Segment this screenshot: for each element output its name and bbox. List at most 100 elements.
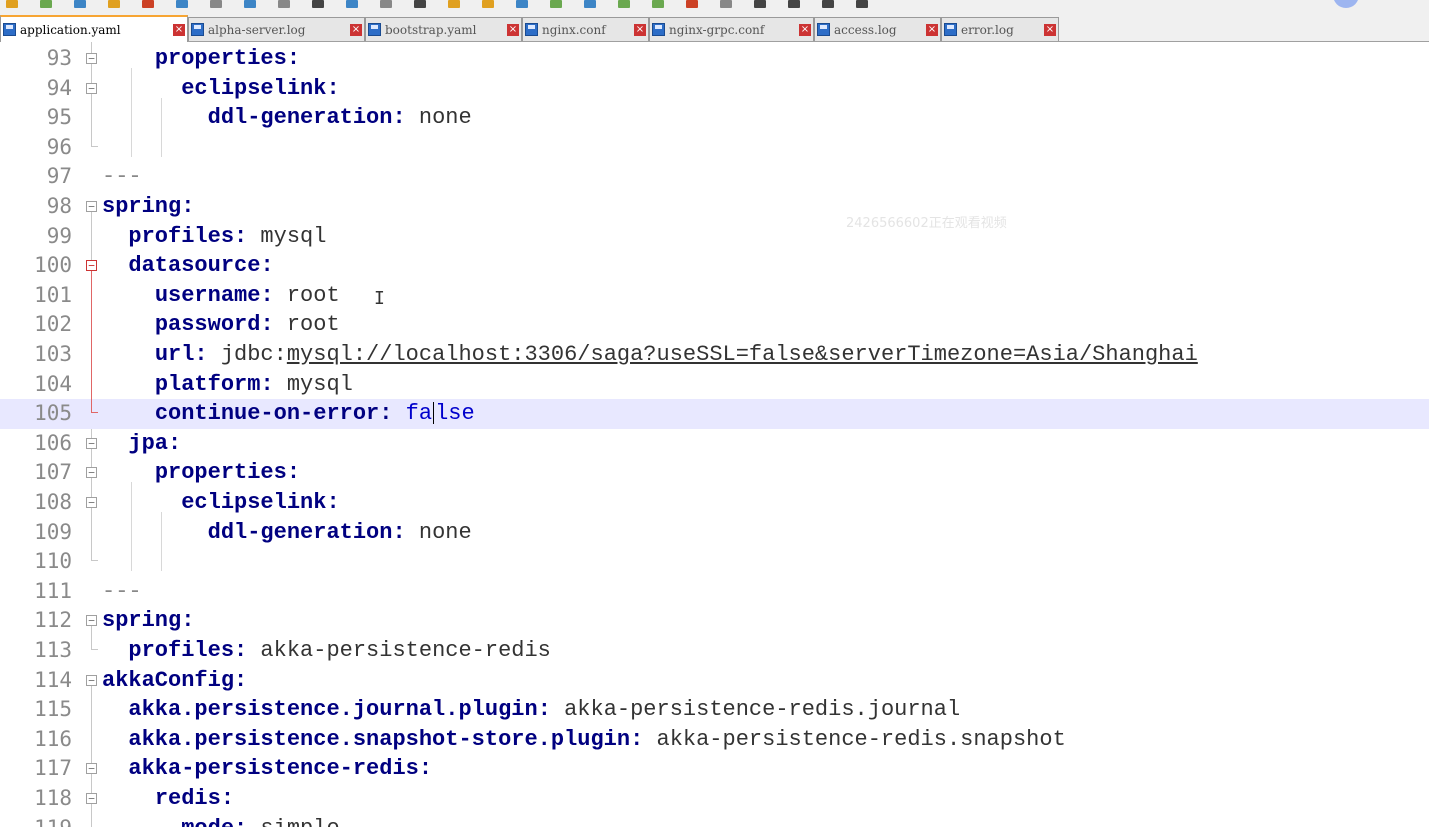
fold-toggle-icon[interactable]: − <box>86 793 97 804</box>
toolbar-button-icon[interactable] <box>108 0 120 8</box>
toolbar-button-icon[interactable] <box>74 0 86 8</box>
fold-end-marker <box>91 547 98 562</box>
line-number: 117 <box>34 756 72 781</box>
yaml-key: redis <box>154 786 221 811</box>
code-text: mode: simple <box>102 814 339 827</box>
fold-toggle-icon[interactable]: − <box>86 201 97 212</box>
toolbar-button-icon[interactable] <box>550 0 562 8</box>
code-line[interactable]: 108 − eclipselink: <box>0 488 1429 518</box>
fold-toggle-icon[interactable]: − <box>86 763 97 775</box>
code-line[interactable]: 93 − properties: <box>0 44 1429 74</box>
code-line[interactable]: 99 profiles: mysql <box>0 222 1429 252</box>
code-editor[interactable]: 2426566602正在观看视频 I 93− properties: 94− ec… <box>0 42 1429 827</box>
code-line[interactable]: 95 ddl-generation: none <box>0 103 1429 133</box>
toolbar-button-icon[interactable] <box>516 0 528 8</box>
toolbar-button-icon[interactable] <box>788 0 800 8</box>
code-line[interactable]: 98 − spring: <box>0 192 1429 222</box>
toolbar-button-icon[interactable] <box>142 0 154 8</box>
code-line[interactable]: 102 password: root <box>0 310 1429 340</box>
code-line[interactable]: 115 akka.persistence.journal.plugin: akk… <box>0 695 1429 725</box>
code-line[interactable]: 111 --- <box>0 577 1429 607</box>
code-line[interactable]: 116 akka.persistence.snapshot-store.plug… <box>0 725 1429 755</box>
toolbar-button-icon[interactable] <box>584 0 596 8</box>
fold-toggle-icon[interactable]: − <box>86 497 97 508</box>
fold-toggle-icon[interactable]: − <box>86 467 97 479</box>
yaml-key: eclipselink <box>181 490 327 515</box>
code-line[interactable]: 113 profiles: akka-persistence-redis <box>0 636 1429 666</box>
close-icon[interactable]: × <box>926 23 938 36</box>
code-line[interactable]: 107 − properties: <box>0 458 1429 488</box>
tab-alpha-server-log[interactable]: alpha-server.log × <box>188 17 365 41</box>
save-file-icon <box>817 23 830 36</box>
fold-toggle-icon[interactable]: − <box>86 53 97 64</box>
code-line[interactable]: 97 --- <box>0 162 1429 192</box>
code-line[interactable]: 105 continue-on-error: fa lse <box>0 399 1429 429</box>
code-line[interactable]: 117 − akka-persistence-redis: <box>0 754 1429 784</box>
toolbar-button-icon[interactable] <box>618 0 630 8</box>
close-icon[interactable]: × <box>173 23 185 36</box>
toolbar-button-icon[interactable] <box>6 0 18 8</box>
toolbar-button-icon[interactable] <box>346 0 358 8</box>
toolbar-button-icon[interactable] <box>380 0 392 8</box>
code-line[interactable]: 104 platform: mysql <box>0 370 1429 400</box>
toolbar-button-icon[interactable] <box>482 0 494 8</box>
code-line[interactable]: 114 − akkaConfig: <box>0 666 1429 696</box>
yaml-colon: : <box>234 667 248 693</box>
fold-end-marker <box>91 132 98 147</box>
close-icon[interactable]: × <box>507 23 519 36</box>
toolbar-button-icon[interactable] <box>448 0 460 8</box>
code-line[interactable]: 94 − eclipselink: <box>0 74 1429 104</box>
toolbar-button-icon[interactable] <box>312 0 324 8</box>
toolbar-button-icon[interactable] <box>278 0 290 8</box>
yaml-value <box>392 401 405 426</box>
line-number: 96 <box>46 134 72 159</box>
code-line[interactable]: 100 − datasource: <box>0 251 1429 281</box>
tab-bootstrap-yaml[interactable]: bootstrap.yaml × <box>365 17 522 41</box>
yaml-value: mysql <box>247 223 327 249</box>
code-text: akkaConfig: <box>102 666 247 696</box>
toolbar-button-icon[interactable] <box>176 0 188 8</box>
tab-application-yaml[interactable]: application.yaml × <box>0 15 188 42</box>
code-line[interactable]: 119 mode: simple <box>0 814 1429 827</box>
floating-widget-icon[interactable] <box>1333 0 1359 8</box>
url-link[interactable]: mysql://localhost:3306/saga?useSSL=false… <box>287 342 1198 367</box>
tab-access-log[interactable]: access.log × <box>814 17 941 41</box>
toolbar-button-icon[interactable] <box>822 0 834 8</box>
toolbar-button-icon[interactable] <box>244 0 256 8</box>
code-line[interactable]: 106 − jpa: <box>0 429 1429 459</box>
code-line[interactable]: 109 ddl-generation: none <box>0 518 1429 548</box>
fold-toggle-icon[interactable]: − <box>86 260 97 272</box>
code-line[interactable]: 96 <box>0 132 1429 163</box>
toolbar-button-icon[interactable] <box>754 0 766 8</box>
close-icon[interactable]: × <box>799 23 811 36</box>
toolbar-button-icon[interactable] <box>652 0 664 8</box>
close-icon[interactable]: × <box>1044 23 1056 36</box>
fold-toggle-icon[interactable]: − <box>86 437 97 449</box>
fold-end-marker <box>91 399 98 414</box>
fold-toggle-icon[interactable]: − <box>86 674 97 686</box>
tab-nginx-grpc-conf[interactable]: nginx-grpc.conf × <box>649 17 814 41</box>
code-text: redis: <box>102 784 234 814</box>
toolbar-button-icon[interactable] <box>40 0 52 8</box>
toolbar-button-icon[interactable] <box>414 0 426 8</box>
code-line[interactable]: 118 − redis: <box>0 784 1429 814</box>
line-number: 107 <box>34 460 72 485</box>
code-text: url: jdbc:mysql://localhost:3306/saga?us… <box>102 340 1198 370</box>
code-line[interactable]: 112 − spring: <box>0 606 1429 636</box>
tab-error-log[interactable]: error.log × <box>941 17 1059 41</box>
fold-toggle-icon[interactable]: − <box>86 82 97 94</box>
close-icon[interactable]: × <box>634 23 646 36</box>
code-text: spring: <box>102 192 194 222</box>
toolbar-button-icon[interactable] <box>856 0 868 8</box>
toolbar-button-icon[interactable] <box>210 0 222 8</box>
toolbar-button-icon[interactable] <box>720 0 732 8</box>
code-line[interactable]: 110 <box>0 547 1429 577</box>
tab-nginx-conf[interactable]: nginx.conf × <box>522 17 649 41</box>
yaml-key: akka.persistence.journal.plugin <box>128 697 538 723</box>
close-icon[interactable]: × <box>350 23 362 36</box>
toolbar-button-icon[interactable] <box>686 0 698 8</box>
code-line[interactable]: 101 username: root <box>0 281 1429 311</box>
yaml-key: password <box>154 312 261 338</box>
code-line[interactable]: 103 url: jdbc:mysql://localhost:3306/sag… <box>0 340 1429 370</box>
fold-toggle-icon[interactable]: − <box>86 615 97 627</box>
